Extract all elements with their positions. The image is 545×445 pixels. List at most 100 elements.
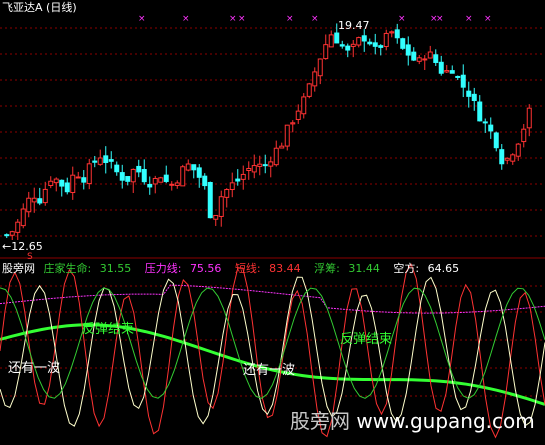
legend-item-fuchou: 浮筹: 31.44	[314, 262, 380, 275]
candle-body-87	[482, 121, 488, 124]
candle-body-40	[224, 189, 230, 198]
candle-body-10	[59, 179, 65, 187]
candle-body-85	[471, 93, 477, 101]
candle-body-36	[202, 175, 208, 187]
candle-body-60	[334, 32, 340, 44]
legend-item-zhuangjia: 庄家生命: 31.55	[43, 262, 132, 275]
candle-body-56	[312, 71, 318, 87]
legend-item-duanxian: 短线: 83.44	[234, 262, 301, 275]
rebound-end-annotation-1: 反弹结束	[82, 322, 135, 337]
candle-body-50	[279, 145, 285, 149]
candle-body-52	[290, 122, 296, 125]
candle-body-4	[26, 197, 32, 213]
one-more-wave-annotation-2: 还有一波	[243, 363, 296, 378]
candle-body-91	[504, 157, 510, 161]
candle-body-42	[235, 178, 241, 182]
candle-body-0	[4, 234, 10, 237]
candle-body-34	[191, 164, 197, 171]
candle-body-90	[499, 149, 505, 165]
watermark-url: www.gupang.com	[356, 409, 535, 433]
candle-body-32	[180, 166, 186, 187]
candle-body-54	[301, 96, 307, 115]
candle-body-1	[9, 231, 15, 236]
candle-body-41	[229, 182, 235, 191]
candle-body-12	[70, 174, 76, 194]
candle-body-83	[460, 74, 466, 88]
candle-body-93	[515, 143, 521, 157]
candle-body-24	[136, 165, 142, 173]
candle-body-5	[31, 197, 37, 203]
candle-body-62	[345, 45, 351, 51]
candle-body-26	[147, 183, 153, 188]
candle-body-9	[53, 178, 59, 184]
candle-body-68	[378, 45, 384, 48]
x-marker-0: ×	[138, 14, 146, 24]
x-marker-1: ×	[182, 14, 190, 24]
candle-body-13	[75, 176, 81, 179]
candle-body-75	[416, 57, 422, 62]
candle-body-17	[97, 157, 103, 165]
low-price-label: ←12.65	[2, 240, 43, 253]
candle-body-92	[510, 154, 516, 162]
candle-body-82	[455, 75, 461, 78]
candle-body-22	[125, 176, 131, 182]
watermark-cn: 股旁网	[290, 409, 350, 433]
candle-body-23	[130, 168, 136, 183]
candle-body-95	[526, 107, 532, 129]
x-marker-3: ×	[238, 14, 246, 24]
x-marker-8: ×	[436, 14, 444, 24]
candle-body-16	[92, 160, 98, 163]
candle-body-38	[213, 214, 219, 220]
candle-body-84	[466, 90, 472, 97]
candle-body-6	[37, 198, 43, 204]
candle-body-31	[174, 182, 180, 186]
candle-body-74	[411, 51, 417, 61]
candle-body-66	[367, 41, 373, 45]
candle-body-43	[240, 173, 246, 180]
candle-body-64	[356, 37, 362, 46]
legend-item-kongfang: 空方: 64.65	[393, 262, 460, 275]
candle-body-44	[246, 168, 252, 171]
candle-body-89	[493, 132, 499, 149]
candle-body-70	[389, 31, 395, 34]
candle-body-39	[218, 196, 224, 217]
candle-body-77	[427, 51, 433, 59]
candle-body-18	[103, 155, 109, 164]
candle-body-51	[284, 124, 290, 147]
candle-body-20	[114, 164, 120, 173]
candle-body-48	[268, 161, 274, 167]
candle-body-55	[306, 83, 312, 97]
candle-body-61	[339, 44, 345, 47]
watermark: 股旁网 www.gupang.com	[290, 405, 535, 434]
indicator-legend: 股旁网 庄家生命: 31.55 压力线: 75.56 短线: 83.44 浮筹:…	[2, 263, 469, 275]
x-marker-9: ×	[465, 14, 473, 24]
candle-body-29	[163, 174, 169, 182]
candle-body-79	[438, 61, 444, 74]
candle-body-63	[350, 43, 356, 47]
candle-body-21	[119, 172, 125, 181]
x-marker-10: ×	[484, 14, 492, 24]
candle-body-45	[251, 165, 257, 173]
candle-body-69	[383, 32, 389, 48]
candle-body-57	[317, 58, 323, 77]
candlestick-series	[4, 23, 532, 240]
x-marker-4: ×	[286, 14, 294, 24]
candle-body-8	[48, 180, 54, 187]
high-price-label: 19.47	[338, 19, 370, 32]
candle-body-80	[444, 70, 450, 73]
candle-body-72	[400, 38, 406, 49]
stock-title: 飞亚达A (日线)	[2, 1, 77, 14]
candle-body-53	[295, 110, 301, 120]
x-marker-5: ×	[311, 14, 319, 24]
x-marker-2: ×	[229, 14, 237, 24]
candle-body-3	[20, 208, 26, 227]
candle-body-59	[328, 34, 334, 48]
candle-body-46	[257, 163, 263, 167]
candle-body-49	[273, 147, 279, 166]
candle-body-81	[449, 70, 455, 74]
pressure-line	[0, 284, 545, 314]
candle-body-94	[521, 128, 527, 143]
candle-body-7	[42, 188, 48, 204]
candle-body-47	[262, 164, 268, 167]
indicator-name: 股旁网	[2, 262, 35, 275]
